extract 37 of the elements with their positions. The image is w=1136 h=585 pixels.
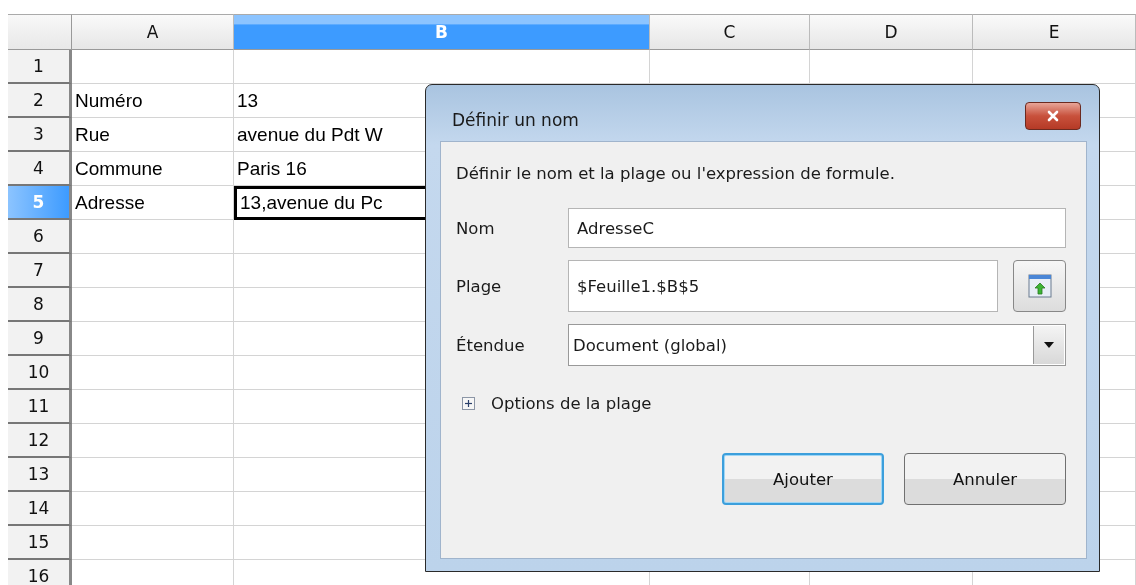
field-label: Étendue bbox=[456, 335, 526, 355]
table-cell: Commune bbox=[72, 152, 234, 186]
row-header[interactable]: 6 bbox=[8, 220, 72, 254]
table-cell: Numéro bbox=[72, 84, 234, 118]
row-header[interactable]: 9 bbox=[8, 322, 72, 356]
row-header[interactable]: 14 bbox=[8, 492, 72, 526]
dialog-button[interactable]: Ajouter bbox=[722, 453, 884, 505]
field-label: Nom bbox=[456, 218, 496, 238]
row-header[interactable]: 15 bbox=[8, 526, 72, 560]
dialog-button[interactable]: Annuler bbox=[904, 453, 1066, 505]
corner-header[interactable] bbox=[8, 14, 72, 50]
row-header[interactable]: 16 bbox=[8, 560, 72, 585]
expand-icon[interactable] bbox=[462, 397, 475, 410]
row-header[interactable]: 11 bbox=[8, 390, 72, 424]
scope-dropdown[interactable]: Document (global) bbox=[568, 324, 1066, 366]
shrink-button[interactable] bbox=[1013, 260, 1066, 312]
name-field[interactable]: AdresseC bbox=[568, 208, 1066, 248]
column-header[interactable]: E bbox=[973, 14, 1136, 50]
row-header[interactable]: 13 bbox=[8, 458, 72, 492]
field-label: Plage bbox=[456, 276, 503, 296]
row-header[interactable]: 8 bbox=[8, 288, 72, 322]
row-header[interactable]: 4 bbox=[8, 152, 72, 186]
row-header[interactable]: 10 bbox=[8, 356, 72, 390]
options-toggle[interactable]: Options de la plage bbox=[491, 394, 652, 413]
row-header[interactable]: 3 bbox=[8, 118, 72, 152]
dropdown-arrow-icon bbox=[1043, 341, 1055, 349]
column-header[interactable]: A bbox=[72, 14, 234, 50]
column-header[interactable]: C bbox=[650, 14, 810, 50]
row-header[interactable]: 12 bbox=[8, 424, 72, 458]
column-header[interactable]: D bbox=[810, 14, 973, 50]
row-header[interactable]: 7 bbox=[8, 254, 72, 288]
table-cell: Adresse bbox=[72, 186, 234, 220]
row-header[interactable]: 1 bbox=[8, 50, 72, 84]
range-field[interactable]: $Feuille1.$B$5 bbox=[568, 260, 998, 312]
row-header[interactable]: 2 bbox=[8, 84, 72, 118]
table-cell: Rue bbox=[72, 118, 234, 152]
close-button[interactable] bbox=[1025, 102, 1081, 130]
